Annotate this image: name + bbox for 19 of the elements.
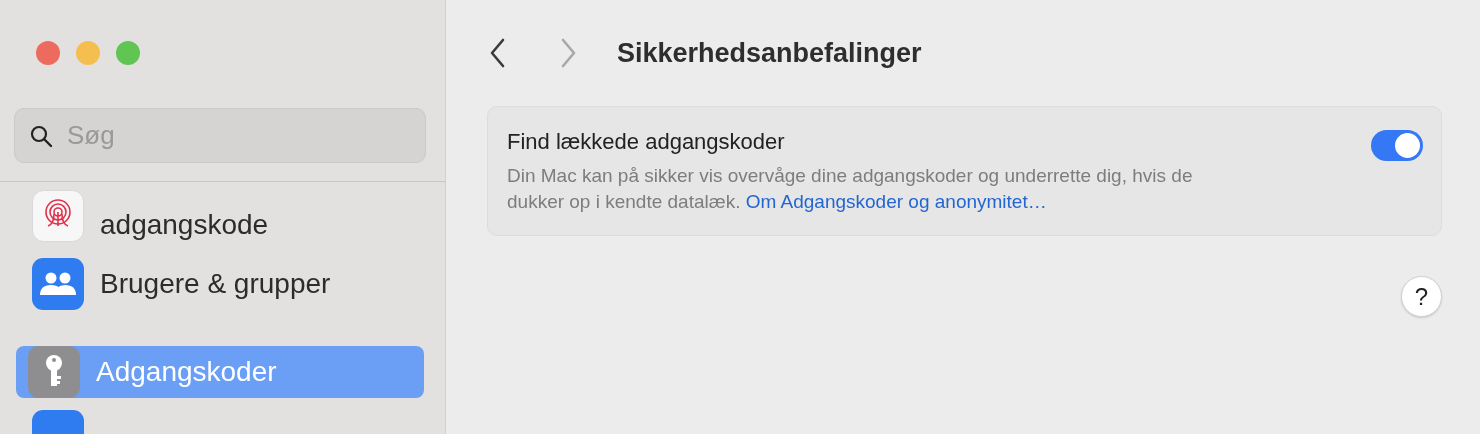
- zoom-window-button[interactable]: [116, 41, 140, 65]
- item-label: Adgangskoder: [96, 356, 277, 388]
- window-title: Sikkerhedsanbefalinger: [617, 37, 922, 69]
- key-icon: [28, 346, 80, 398]
- users-icon: [32, 258, 84, 310]
- item-label: adgangskode: [100, 208, 269, 242]
- fingerprint-icon: [32, 190, 84, 242]
- search-field[interactable]: Søg: [14, 108, 426, 163]
- minimize-window-button[interactable]: [76, 41, 100, 65]
- setting-description: Din Mac kan på sikker vis overvåge dine adgangskoder og underrette dig, hvis de dukker op i kendte datalæk. Om Adgangskoder og anonymitet…: [507, 164, 1194, 214]
- search-icon: [29, 124, 53, 148]
- privacy-link[interactable]: Om Adgangskoder og anonymitet…: [745, 191, 1047, 212]
- sidebar-item[interactable]: adgangskode: [0, 190, 424, 242]
- close-window-button[interactable]: [36, 41, 60, 65]
- setting-title: Find lækkede adgangskoder: [507, 129, 786, 155]
- item-label: Brugere & grupper: [100, 268, 331, 300]
- toggle-switch[interactable]: [1371, 130, 1423, 161]
- help-button[interactable]: ?: [1401, 276, 1442, 317]
- sidebar-item[interactable]: Brugere & grupper: [0, 258, 424, 310]
